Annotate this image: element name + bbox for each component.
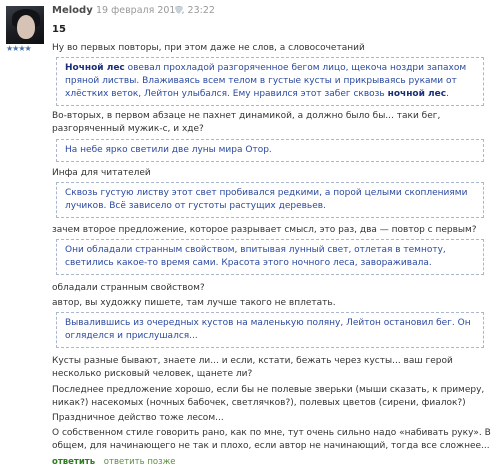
quote-bold: Ночной лес xyxy=(65,63,125,73)
text-paragraph: Ну во первых повторы, при этом даже не с… xyxy=(52,43,365,53)
comment-date: 19 февраля 2016, 23:22 xyxy=(96,5,215,16)
text-paragraph: Кусты разные бывают, знаете ли... и если… xyxy=(52,356,453,379)
text-paragraph: Инфа для читателей xyxy=(52,168,151,178)
reply-link[interactable]: ответить xyxy=(52,457,95,467)
username-link[interactable]: Melody xyxy=(52,5,93,16)
text-paragraph: О собственном стиле говорить рано, как п… xyxy=(52,428,491,451)
quote-block: Ночной лес овевал прохладой разгоряченно… xyxy=(56,57,484,106)
quote-block: Они обладали странным свойством, впитыва… xyxy=(56,239,484,275)
text-paragraph: обладали странным свойством? xyxy=(52,283,205,293)
reply-later-link[interactable]: ответить позже xyxy=(104,457,176,467)
quote-block: Сквозь густую листву этот свет пробивалс… xyxy=(56,182,484,218)
quote-block: Вывалившись из очередных кустов на мален… xyxy=(56,312,484,348)
rating-stars: ★★★★ xyxy=(6,44,32,53)
text-paragraph: автор, вы художку пишете, там лучше тако… xyxy=(52,298,336,308)
quote-bold: ночной лес xyxy=(387,89,447,99)
comment-actions: ответить ответить позже xyxy=(52,457,176,467)
comment-number: 15 xyxy=(52,24,66,35)
quote-block: На небе ярко светили две луны мира Отор. xyxy=(56,139,484,162)
quote-text: Ему нравился этот забег сквозь xyxy=(232,89,388,99)
text-paragraph: Во-вторых, в первом абзаце не пахнет дин… xyxy=(52,111,441,134)
quote-text: . xyxy=(446,89,449,99)
avatar[interactable] xyxy=(6,6,44,44)
text-paragraph: Праздничное действо тоже лесом... xyxy=(52,413,224,423)
text-paragraph: зачем второе предложение, которое разрыв… xyxy=(52,225,477,235)
heart-icon[interactable]: ♥ xyxy=(174,4,184,17)
text-paragraph: Последнее предложение хорошо, если бы не… xyxy=(52,385,485,408)
avatar-face xyxy=(17,15,35,39)
